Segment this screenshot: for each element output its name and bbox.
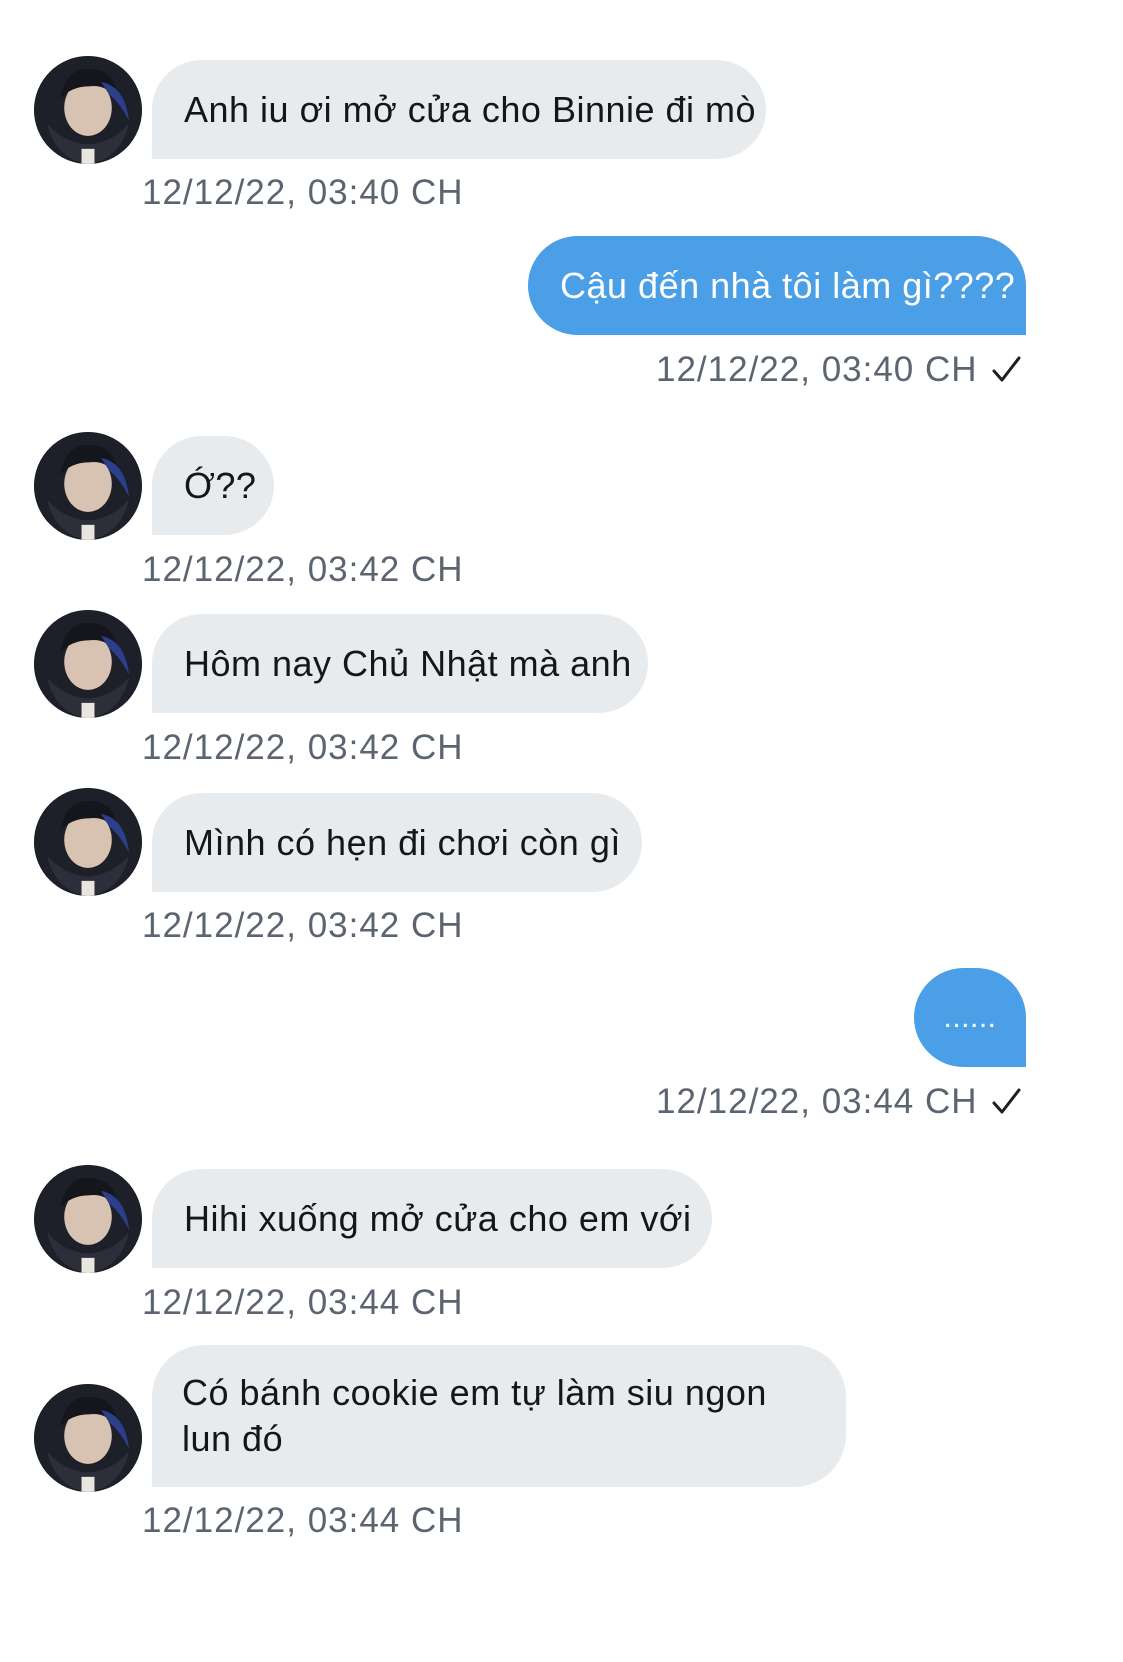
message-text: Hihi xuống mở cửa cho em với bbox=[184, 1197, 692, 1239]
contact-avatar[interactable] bbox=[34, 432, 142, 540]
check-icon bbox=[988, 1084, 1024, 1120]
message-timestamp: 12/12/22, 03:42 CH bbox=[142, 728, 464, 767]
contact-avatar[interactable] bbox=[34, 1384, 142, 1492]
contact-avatar[interactable] bbox=[34, 788, 142, 896]
message-timestamp: 12/12/22, 03:40 CH bbox=[656, 350, 978, 389]
contact-avatar[interactable] bbox=[34, 1165, 142, 1273]
message-bubble-outgoing[interactable]: ...... bbox=[914, 968, 1026, 1067]
message-bubble-outgoing[interactable]: Cậu đến nhà tôi làm gì???? bbox=[528, 236, 1026, 335]
message-timestamp: 12/12/22, 03:40 CH bbox=[142, 173, 464, 212]
message-timestamp: 12/12/22, 03:42 CH bbox=[142, 906, 464, 945]
message-bubble-incoming[interactable]: Hôm nay Chủ Nhật mà anh bbox=[152, 614, 648, 713]
message-bubble-incoming[interactable]: Hihi xuống mở cửa cho em với bbox=[152, 1169, 712, 1268]
message-bubble-incoming[interactable]: Mình có hẹn đi chơi còn gì bbox=[152, 793, 642, 892]
message-timestamp: 12/12/22, 03:44 CH bbox=[142, 1501, 464, 1540]
message-text: Anh iu ơi mở cửa cho Binnie đi mò bbox=[184, 88, 757, 130]
contact-avatar[interactable] bbox=[34, 610, 142, 718]
message-text: Cậu đến nhà tôi làm gì???? bbox=[560, 264, 1016, 306]
message-text: Có bánh cookie em tự làm siu ngon lun đó bbox=[182, 1372, 767, 1459]
check-icon bbox=[988, 352, 1024, 388]
message-text: Ớ?? bbox=[184, 464, 257, 506]
message-text: ...... bbox=[943, 1000, 997, 1034]
message-text: Mình có hẹn đi chơi còn gì bbox=[184, 821, 621, 863]
contact-avatar[interactable] bbox=[34, 56, 142, 164]
conversation-thread: Anh iu ơi mở cửa cho Binnie đi mò 12/12/… bbox=[0, 0, 1123, 1662]
message-timestamp: 12/12/22, 03:42 CH bbox=[142, 550, 464, 589]
message-text: Hôm nay Chủ Nhật mà anh bbox=[184, 642, 632, 684]
message-bubble-incoming[interactable]: Ớ?? bbox=[152, 436, 274, 535]
message-bubble-incoming[interactable]: Có bánh cookie em tự làm siu ngon lun đó bbox=[152, 1345, 846, 1487]
message-bubble-incoming[interactable]: Anh iu ơi mở cửa cho Binnie đi mò bbox=[152, 60, 766, 159]
message-timestamp: 12/12/22, 03:44 CH bbox=[656, 1082, 978, 1121]
message-timestamp: 12/12/22, 03:44 CH bbox=[142, 1283, 464, 1322]
